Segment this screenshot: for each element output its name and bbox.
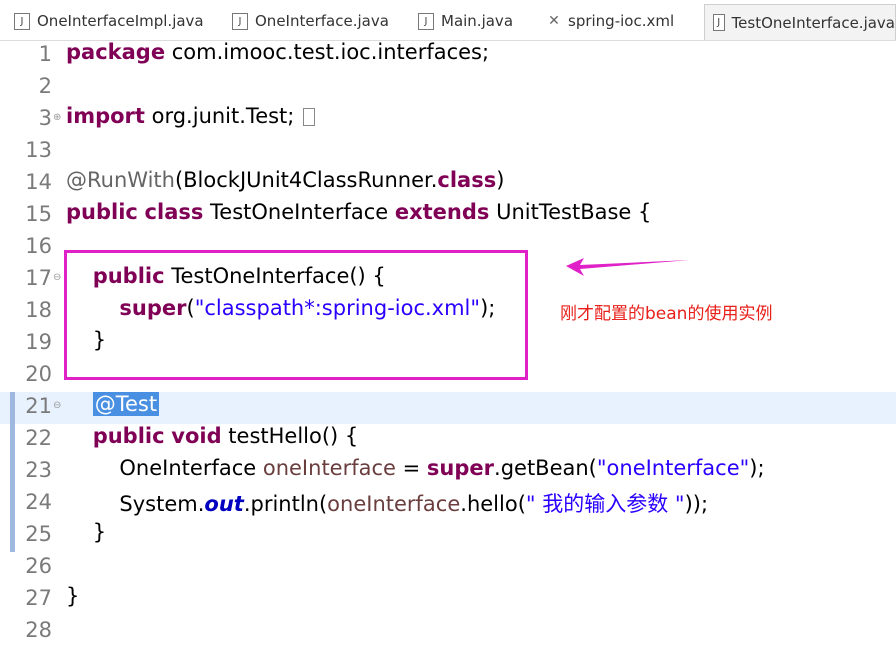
- java-file-icon: J: [232, 12, 248, 30]
- code-line: public class TestOneInterface extends Un…: [66, 200, 652, 224]
- line-number: 28: [25, 618, 52, 642]
- java-file-icon: J: [418, 12, 434, 30]
- tab-label: OneInterface.java: [255, 12, 389, 30]
- code-line: package com.imooc.test.ioc.interfaces;: [66, 40, 490, 64]
- xml-file-icon: ✕: [547, 12, 561, 29]
- line-number: 24: [25, 490, 52, 514]
- code-line: @RunWith(BlockJUnit4ClassRunner.class): [66, 168, 505, 192]
- fold-collapse-icon[interactable]: ⊖: [53, 400, 61, 411]
- line-number: 2: [38, 74, 52, 98]
- line-number: 15: [25, 202, 52, 226]
- code-editor[interactable]: 1 2 3 13 14 15 16 17 18 19 20 21 22 23 2…: [0, 40, 896, 658]
- tab-main-java[interactable]: J Main.java: [418, 6, 513, 36]
- line-number: 23: [25, 458, 52, 482]
- line-number: 18: [25, 298, 52, 322]
- line-number: 22: [25, 426, 52, 450]
- tab-oneinterfaceimpl-java[interactable]: J OneInterfaceImpl.java: [14, 6, 204, 36]
- line-number: 3: [38, 106, 52, 130]
- line-number: 26: [25, 554, 52, 578]
- fold-collapse-icon[interactable]: ⊖: [53, 272, 61, 283]
- code-line: OneInterface oneInterface = super.getBea…: [66, 456, 765, 480]
- highlight-box: [64, 250, 528, 380]
- tab-label: Main.java: [441, 12, 514, 30]
- line-number: 13: [25, 138, 52, 162]
- line-number: 20: [25, 362, 52, 386]
- annotation-note: 刚才配置的bean的使用实例: [560, 304, 773, 324]
- java-file-icon: J: [713, 14, 725, 31]
- tab-label: TestOneInterface.java: [731, 13, 895, 32]
- tab-label: spring-ioc.xml: [568, 12, 675, 30]
- code-line: }: [66, 584, 80, 608]
- code-line: @Test: [92, 392, 160, 416]
- code-line: import org.junit.Test;: [66, 104, 316, 128]
- code-line: System.out.println(oneInterface.hello(" …: [66, 492, 709, 516]
- line-number: 25: [25, 522, 52, 546]
- tab-spring-ioc-xml[interactable]: ✕ spring-ioc.xml: [547, 6, 674, 36]
- code-line: public void testHello() {: [92, 424, 359, 448]
- line-number: 19: [25, 330, 52, 354]
- code-line: }: [66, 520, 107, 544]
- line-number: 27: [25, 586, 52, 610]
- line-number: 1: [38, 42, 52, 66]
- line-number: 16: [25, 234, 52, 258]
- editor-tab-bar: J OneInterfaceImpl.java J OneInterface.j…: [0, 0, 896, 41]
- tab-oneinterface-java[interactable]: J OneInterface.java: [232, 6, 389, 36]
- tab-testoneinterface-java[interactable]: J TestOneInterface.java: [704, 4, 896, 40]
- java-file-icon: J: [14, 12, 30, 30]
- line-number: 17: [25, 266, 52, 290]
- arrow-icon: [566, 258, 690, 276]
- tab-label: OneInterfaceImpl.java: [37, 12, 204, 30]
- line-number: 14: [25, 170, 52, 194]
- line-number: 21: [25, 394, 52, 418]
- fold-expand-icon[interactable]: ⊕: [53, 112, 61, 123]
